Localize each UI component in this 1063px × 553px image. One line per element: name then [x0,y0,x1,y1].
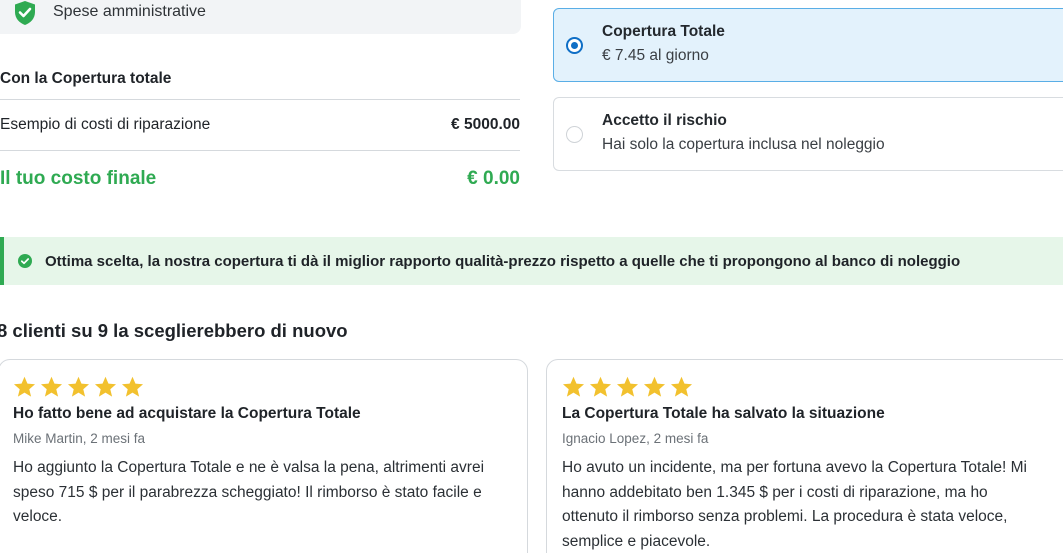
review-title: La Copertura Totale ha salvato la situaz… [562,405,885,422]
star-rating [13,376,527,398]
star-icon [670,376,693,397]
option-description: Hai solo la copertura inclusa nel nolegg… [602,136,885,153]
star-icon [13,376,36,397]
divider [0,150,520,151]
star-icon [643,376,666,397]
option-accept-risk[interactable]: Accetto il rischio Hai solo la copertura… [553,97,1063,171]
review-title: Ho fatto bene ad acquistare la Copertura… [13,405,361,422]
banner-text: Ottima scelta, la nostra copertura ti dà… [45,252,961,270]
star-icon [589,376,612,397]
final-cost-label: Il tuo costo finale [0,168,157,189]
radio-full-coverage[interactable] [566,37,583,54]
star-icon [40,376,63,397]
reviews-title: 8 clienti su 9 la sceglierebbero di nuov… [0,320,348,341]
option-price: € 7.45 al giorno [602,47,709,64]
star-icon [67,376,90,397]
final-cost-value: € 0.00 [467,168,520,189]
option-title: Accetto il rischio [602,112,727,129]
coverage-page: Spese amministrative Con la Copertura to… [0,0,1063,553]
review-card: Ho fatto bene ad acquistare la Copertura… [0,359,528,553]
option-full-coverage[interactable]: Copertura Totale € 7.45 al giorno [553,8,1063,82]
summary-title: Con la Copertura totale [0,70,172,87]
star-icon [94,376,117,397]
fees-label: Spese amministrative [53,3,206,20]
star-rating [562,376,1063,398]
example-cost-row: Esempio di costi di riparazione € 5000.0… [0,115,520,135]
review-card: La Copertura Totale ha salvato la situaz… [546,359,1063,553]
final-cost-row: Il tuo costo finale € 0.00 [0,166,520,192]
star-icon [121,376,144,397]
review-author: Mike Martin, 2 mesi fa [13,431,146,446]
review-body: Ho aggiunto la Copertura Totale e ne è v… [13,459,485,525]
review-body: Ho avuto un incidente, ma per fortuna av… [562,459,1027,550]
radio-accept-risk[interactable] [566,126,583,143]
fees-item: Spese amministrative [0,0,521,34]
check-circle-icon [18,254,32,268]
option-title: Copertura Totale [602,23,725,40]
star-icon [562,376,585,397]
example-cost-label: Esempio di costi di riparazione [0,116,211,133]
good-choice-banner: Ottima scelta, la nostra copertura ti dà… [0,237,1063,285]
example-cost-value: € 5000.00 [451,116,520,133]
review-author: Ignacio Lopez, 2 mesi fa [562,431,709,446]
star-icon [616,376,639,397]
shield-check-icon [15,1,35,25]
divider [0,99,520,100]
